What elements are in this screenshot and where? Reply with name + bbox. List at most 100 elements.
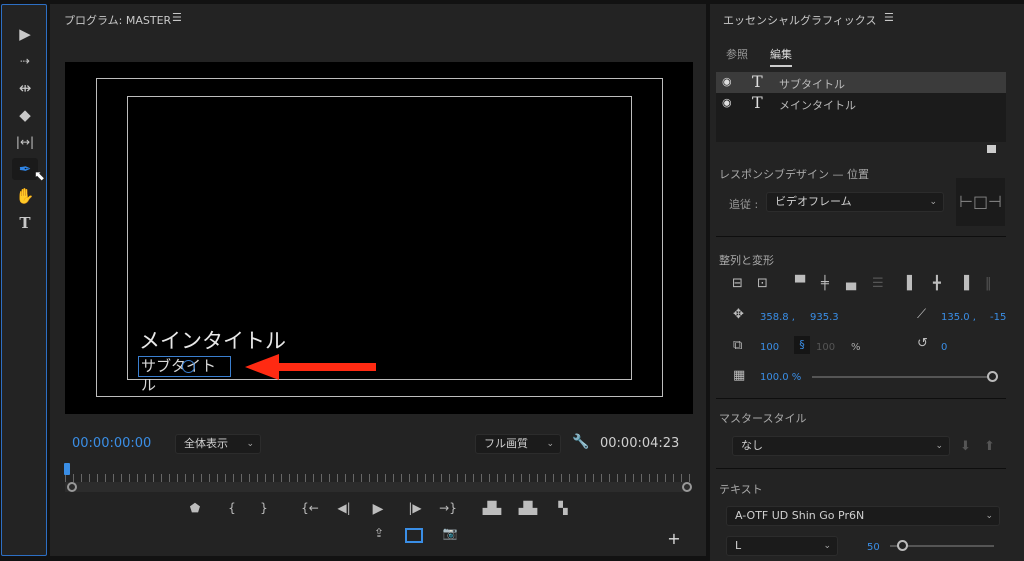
align-left-icon[interactable]: ▌ [907,276,917,291]
layer-row[interactable]: ◉ T メインタイトル [716,93,1006,114]
eye-icon[interactable]: ◉ [722,96,732,109]
pin-to-edges-widget[interactable]: ⊢□⊣ [956,178,1005,226]
font-size-value[interactable]: 50 [867,542,880,553]
responsive-label: レスポンシブデザイン — 位置 [719,168,869,181]
time-ruler[interactable] [65,474,690,482]
step-back-icon[interactable]: ◀| [334,501,354,515]
anchor-point-icon[interactable] [182,360,195,373]
camera-icon[interactable]: 📷 [440,526,460,540]
font-style-value: L [735,539,742,552]
quality-value: フル画質 [484,437,528,450]
safe-margins-button[interactable] [405,528,423,543]
opacity-value[interactable]: 100.0 % [760,372,801,383]
panel-menu-icon[interactable]: ☰ [884,11,894,24]
anchor-x[interactable]: 135.0 , [941,312,976,323]
distribute-vertical-icon: ☰ [872,276,884,291]
go-to-in-icon[interactable]: {← [300,501,320,515]
tab-browse[interactable]: 参照 [726,46,748,62]
position-x[interactable]: 358.8 , [760,312,795,323]
add-button-icon[interactable]: + [664,529,684,548]
selection-tool-icon[interactable]: ▶ [12,23,38,45]
text-layer-icon: T [752,72,763,91]
mark-out-icon[interactable]: } [254,501,274,515]
type-tool-icon[interactable]: T [12,212,38,234]
new-layer-icon[interactable] [987,145,996,153]
add-marker-icon[interactable]: ⬟ [185,501,205,515]
font-value: A-OTF UD Shin Go Pr6N [735,509,865,522]
quality-dropdown[interactable]: フル画質 ⌄ [475,434,561,454]
align-top-icon[interactable]: ▀ [795,276,805,291]
rotation-icon: ↺ [917,336,928,351]
font-style-dropdown[interactable]: L ⌄ [726,536,838,556]
hand-tool-icon[interactable]: ✋ [12,185,38,207]
step-forward-icon[interactable]: |▶ [405,501,425,515]
panel-menu-icon[interactable]: ☰ [172,11,182,24]
text-layer-icon: T [752,93,763,112]
play-icon[interactable]: ▶ [368,501,388,517]
percent-label: % [851,342,861,353]
extract-icon[interactable]: ▟▙ [518,501,538,515]
align-horizontal-center-icon[interactable]: ⊡ [757,276,768,291]
align-center-icon[interactable]: ╋ [933,276,941,291]
go-to-out-icon[interactable]: →} [438,501,458,515]
follow-value: ビデオフレーム [775,195,852,208]
align-right-icon[interactable]: ▐ [959,276,969,291]
eye-icon[interactable]: ◉ [722,75,732,88]
layer-row-selected[interactable]: ◉ T サブタイトル [716,72,1006,93]
chevron-down-icon: ⌄ [546,439,554,449]
link-scale-icon[interactable]: § [794,336,810,354]
layer-list: ◉ T サブタイトル ◉ T メインタイトル [716,72,1006,142]
anchor-y[interactable]: -15 [990,312,1006,323]
program-monitor: プログラム: MASTER ☰ メインタイトル サブタイトル 00:00:00:… [50,4,706,556]
align-bottom-icon[interactable]: ▄ [846,276,856,291]
red-arrow-annotation [245,354,376,380]
rotation-value[interactable]: 0 [941,342,947,353]
track-select-tool-icon[interactable]: ⇢ [12,50,38,72]
align-transform-label: 整列と変形 [719,254,774,267]
chevron-down-icon: ⌄ [246,439,254,449]
playhead[interactable] [64,463,70,475]
font-dropdown[interactable]: A-OTF UD Shin Go Pr6N ⌄ [726,506,1000,526]
position-y[interactable]: 935.3 [810,312,839,323]
chevron-down-icon: ⌄ [823,541,831,551]
panel-title: エッセンシャルグラフィックス [723,14,877,27]
follow-dropdown[interactable]: ビデオフレーム ⌄ [766,192,944,212]
zoom-dropdown[interactable]: 全体表示 ⌄ [175,434,261,454]
current-timecode[interactable]: 00:00:00:00 [72,436,151,451]
scroll-handle-right[interactable] [682,482,692,492]
chevron-down-icon: ⌄ [985,511,993,521]
push-down-icon: ⬇ [960,439,971,454]
push-up-icon: ⬆ [984,439,995,454]
slip-tool-icon[interactable]: |↔| [12,131,38,153]
opacity-slider[interactable] [812,376,992,378]
video-preview[interactable]: メインタイトル サブタイトル [65,62,693,414]
ripple-edit-tool-icon[interactable]: ⇹ [12,77,38,99]
opacity-slider-handle[interactable] [987,371,998,382]
align-vertical-center-icon[interactable]: ⊟ [732,276,743,291]
wrench-icon[interactable]: 🔧 [572,434,589,450]
master-style-dropdown[interactable]: なし ⌄ [732,436,950,456]
razor-tool-icon[interactable]: ◆ [12,104,38,126]
main-title-text[interactable]: メインタイトル [139,325,286,355]
tab-edit[interactable]: 編集 [770,46,792,67]
mark-in-icon[interactable]: { [222,501,242,515]
chevron-down-icon: ⌄ [935,441,943,451]
align-middle-icon[interactable]: ╪ [821,276,829,291]
lift-icon[interactable]: ▟▙ [482,501,502,515]
distribute-horizontal-icon: ‖ [985,276,992,291]
scroll-handle-left[interactable] [67,482,77,492]
zoom-value: 全体表示 [184,437,228,450]
position-icon: ✥ [733,307,744,322]
chevron-down-icon: ⌄ [929,197,937,207]
anchor-icon: ⟋ [917,307,927,322]
export-frame-icon[interactable]: ⇪ [369,526,389,540]
panel-title: プログラム: MASTER [64,14,172,27]
master-style-label: マスタースタイル [719,412,807,425]
zoom-scrollbar[interactable] [65,482,690,492]
duration-timecode: 00:00:04:23 [600,436,680,451]
compare-view-icon[interactable]: ▚ [553,501,573,515]
font-size-slider-handle[interactable] [897,540,908,551]
mouse-cursor-icon: ⬉ [34,169,45,184]
scale-value[interactable]: 100 [760,342,779,353]
opacity-icon: ▦ [733,368,746,383]
